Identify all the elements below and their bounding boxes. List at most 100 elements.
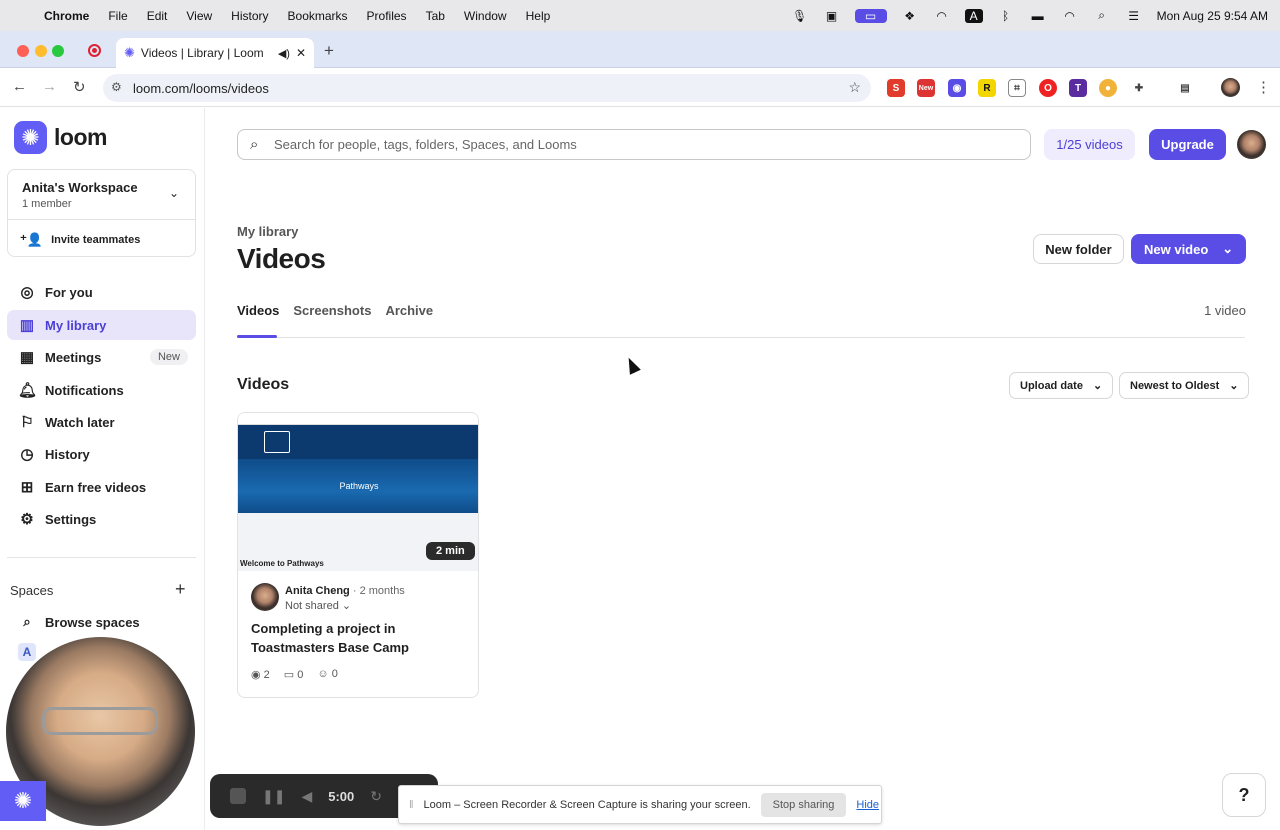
hide-link[interactable]: Hide bbox=[856, 799, 879, 811]
extension-new-icon[interactable]: New bbox=[917, 79, 935, 97]
tab-archive[interactable]: Archive bbox=[385, 303, 433, 318]
sidebar-item-watch-later[interactable]: ⚐ Watch later bbox=[7, 407, 196, 437]
tab-videos[interactable]: Videos bbox=[237, 303, 279, 318]
loom-record-icon[interactable]: ✺ bbox=[0, 781, 46, 821]
close-tab-icon[interactable]: ✕ bbox=[296, 46, 306, 60]
sort-field-dropdown[interactable]: Upload date ⌄ bbox=[1009, 372, 1114, 399]
sidebar-item-history[interactable]: ◷ History bbox=[7, 439, 196, 469]
browse-spaces-button[interactable]: ⌕ Browse spaces bbox=[7, 607, 196, 637]
forward-icon[interactable]: → bbox=[42, 78, 57, 95]
tab-screenshots[interactable]: Screenshots bbox=[293, 303, 371, 318]
extension-t-icon[interactable]: T bbox=[1069, 79, 1087, 97]
chrome-menu-icon[interactable]: ⋮ bbox=[1256, 78, 1271, 96]
sidebar-item-for-you[interactable]: ◎ For you bbox=[7, 277, 196, 307]
space-avatar[interactable]: A bbox=[18, 643, 36, 661]
screen-share-icon[interactable]: ▣ bbox=[823, 9, 841, 23]
address-bar[interactable]: ⚙ loom.com/looms/videos ☆ bbox=[103, 74, 871, 102]
stop-sharing-button[interactable]: Stop sharing bbox=[760, 792, 847, 817]
sidebar-item-notifications[interactable]: 🔔︎ Notifications bbox=[7, 375, 196, 405]
new-tab-icon[interactable]: + bbox=[324, 41, 334, 61]
a-app-icon[interactable]: A bbox=[964, 8, 983, 23]
video-quota-badge[interactable]: 1/25 videos bbox=[1044, 129, 1135, 160]
extension-color-icon[interactable]: ● bbox=[1099, 79, 1117, 97]
minimize-window-icon[interactable] bbox=[35, 45, 47, 57]
side-panel-icon[interactable]: ▤ bbox=[1176, 79, 1194, 97]
menu-file[interactable]: File bbox=[108, 9, 127, 23]
extension-r-icon[interactable]: R bbox=[978, 79, 996, 97]
display-icon[interactable]: ▭ bbox=[854, 8, 887, 23]
video-card[interactable]: Pathways Welcome to Pathways 2 min Anita… bbox=[237, 412, 479, 698]
search-icon: ⌕ bbox=[23, 614, 31, 629]
menu-tab[interactable]: Tab bbox=[426, 9, 445, 23]
upgrade-button[interactable]: Upgrade bbox=[1149, 129, 1226, 160]
workspace-switcher[interactable]: Anita's Workspace 1 member ⌄ ⁺👤 Invite t… bbox=[7, 169, 196, 257]
new-video-button[interactable]: New video ⌄ bbox=[1131, 234, 1246, 264]
bluetooth-icon[interactable]: ᛒ bbox=[997, 9, 1015, 23]
workspace-name: Anita's Workspace bbox=[22, 180, 138, 195]
stop-icon[interactable] bbox=[230, 788, 246, 804]
sort-order-dropdown[interactable]: Newest to Oldest ⌄ bbox=[1119, 372, 1250, 399]
author-name[interactable]: Anita Cheng bbox=[285, 585, 350, 597]
extension-capture-icon[interactable]: ⌗ bbox=[1008, 79, 1026, 97]
recording-indicator-icon[interactable] bbox=[88, 44, 101, 57]
extensions-puzzle-icon[interactable]: ✚ bbox=[1130, 79, 1148, 97]
menu-chrome[interactable]: Chrome bbox=[44, 9, 89, 23]
sidebar-item-my-library[interactable]: ▥ My library bbox=[7, 310, 196, 340]
sharing-status: Not shared bbox=[285, 600, 339, 612]
microphone-icon[interactable]: 🎙 bbox=[791, 9, 809, 23]
reload-icon[interactable]: ↻ bbox=[73, 78, 86, 96]
video-title[interactable]: Completing a project in Toastmasters Bas… bbox=[251, 619, 466, 657]
menu-profiles[interactable]: Profiles bbox=[367, 9, 407, 23]
extension-opera-icon[interactable]: O bbox=[1039, 79, 1057, 97]
sidebar-item-meetings[interactable]: ▦ Meetings New bbox=[7, 342, 196, 372]
back-icon[interactable]: ← bbox=[12, 78, 27, 95]
mute-icon[interactable]: ◀ bbox=[301, 788, 312, 805]
chrome-profile-avatar[interactable] bbox=[1221, 78, 1240, 97]
reaction-count: 0 bbox=[331, 668, 338, 680]
menu-bookmarks[interactable]: Bookmarks bbox=[288, 9, 348, 23]
duration-badge: 2 min bbox=[426, 542, 475, 560]
menu-help[interactable]: Help bbox=[526, 9, 551, 23]
menu-history[interactable]: History bbox=[231, 9, 268, 23]
restart-icon[interactable]: ↻ bbox=[370, 788, 382, 805]
menu-view[interactable]: View bbox=[186, 9, 212, 23]
user-avatar[interactable] bbox=[1237, 130, 1266, 159]
headphones-icon[interactable]: ◠ bbox=[933, 9, 951, 23]
search-input[interactable]: ⌕ Search for people, tags, folders, Spac… bbox=[237, 129, 1031, 160]
battery-icon[interactable]: ▬ bbox=[1029, 9, 1047, 23]
sort-order-label: Newest to Oldest bbox=[1130, 379, 1220, 392]
sharing-status-dropdown[interactable]: Not shared ⌄ bbox=[285, 599, 351, 612]
thumbnail-caption: Welcome to Pathways bbox=[240, 559, 324, 568]
chevron-down-icon[interactable]: ⌄ bbox=[1222, 241, 1233, 257]
clock-datetime[interactable]: Mon Aug 25 9:54 AM bbox=[1157, 9, 1268, 23]
sidebar-item-settings[interactable]: ⚙ Settings bbox=[7, 504, 196, 534]
author-avatar[interactable] bbox=[251, 583, 279, 611]
bookmark-star-icon[interactable]: ☆ bbox=[848, 79, 861, 96]
search-icon[interactable]: ⌕ bbox=[1093, 8, 1111, 23]
wifi-icon[interactable]: ◠ bbox=[1061, 9, 1079, 23]
close-window-icon[interactable] bbox=[17, 45, 29, 57]
chevron-down-icon: ⌄ bbox=[1092, 380, 1103, 392]
sidebar-item-earn-free-videos[interactable]: ⊞ Earn free videos bbox=[7, 472, 196, 502]
control-center-icon[interactable]: ☰ bbox=[1125, 9, 1143, 23]
help-button[interactable]: ? bbox=[1222, 773, 1266, 817]
new-folder-button[interactable]: New folder bbox=[1033, 234, 1124, 264]
maximize-window-icon[interactable] bbox=[52, 45, 64, 57]
dropbox-icon[interactable]: ❖ bbox=[901, 9, 919, 23]
breadcrumb[interactable]: My library bbox=[237, 224, 298, 239]
browser-tab-active[interactable]: ✺ Videos | Library | Loom ◀) ✕ bbox=[116, 38, 314, 68]
extension-purple-icon[interactable]: ◉ bbox=[948, 79, 966, 97]
library-icon: ▥ bbox=[19, 317, 35, 334]
drag-handle-icon[interactable]: ‖ bbox=[409, 799, 414, 811]
invite-teammates-button[interactable]: ⁺👤 Invite teammates bbox=[20, 232, 140, 248]
menu-edit[interactable]: Edit bbox=[147, 9, 168, 23]
sidebar-item-label: Notifications bbox=[45, 382, 124, 398]
chevron-down-icon[interactable]: ⌄ bbox=[169, 186, 179, 200]
pause-icon[interactable]: ❚❚ bbox=[262, 788, 285, 805]
loom-logo[interactable]: ✺ loom bbox=[14, 121, 107, 154]
add-space-icon[interactable]: + bbox=[175, 579, 186, 600]
audio-icon[interactable]: ◀) bbox=[278, 47, 290, 60]
extension-s-icon[interactable]: S bbox=[887, 79, 905, 97]
menu-window[interactable]: Window bbox=[464, 9, 507, 23]
site-settings-icon[interactable]: ⚙ bbox=[111, 80, 122, 94]
